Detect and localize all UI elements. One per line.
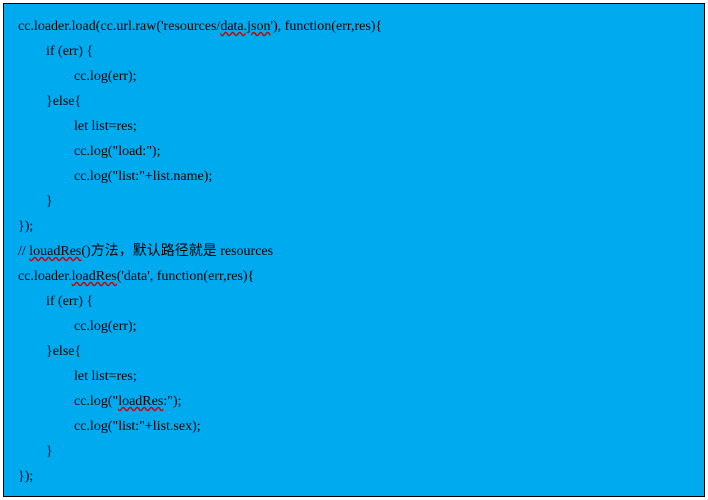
code-line-7: cc.log("list:"+list.name); xyxy=(18,169,212,184)
code-line-11: cc.loader.loadRes('data', function(err,r… xyxy=(18,269,254,284)
code-line-5: let list=res; xyxy=(18,119,137,134)
code-line-1: cc.loader.load(cc.url.raw('resources/dat… xyxy=(18,19,382,34)
code-line-4: }else{ xyxy=(18,94,81,109)
code-line-8: } xyxy=(18,194,53,209)
code-line-13: cc.log(err); xyxy=(18,319,137,334)
code-line-19: }); xyxy=(18,469,33,484)
code-line-12: if (err) { xyxy=(18,294,93,309)
code-line-17: cc.log("list:"+list.sex); xyxy=(18,419,201,434)
spellcheck-loadres: loadRes xyxy=(72,269,117,284)
spellcheck-loadres2: loadRes xyxy=(118,394,163,409)
spellcheck-data-json: data.json xyxy=(220,19,270,34)
code-line-10: // louadRes()方法，默认路径就是 resources xyxy=(18,244,273,259)
code-line-16: cc.log("loadRes:"); xyxy=(18,394,181,409)
code-line-3: cc.log(err); xyxy=(18,69,137,84)
code-line-9: }); xyxy=(18,219,33,234)
code-line-15: let list=res; xyxy=(18,369,137,384)
code-block: cc.loader.load(cc.url.raw('resources/dat… xyxy=(3,3,705,497)
code-line-2: if (err) { xyxy=(18,44,93,59)
code-line-18: } xyxy=(18,444,53,459)
code-line-14: }else{ xyxy=(18,344,81,359)
code-line-6: cc.log("load:"); xyxy=(18,144,160,159)
spellcheck-louadres: louadRes xyxy=(29,244,81,259)
